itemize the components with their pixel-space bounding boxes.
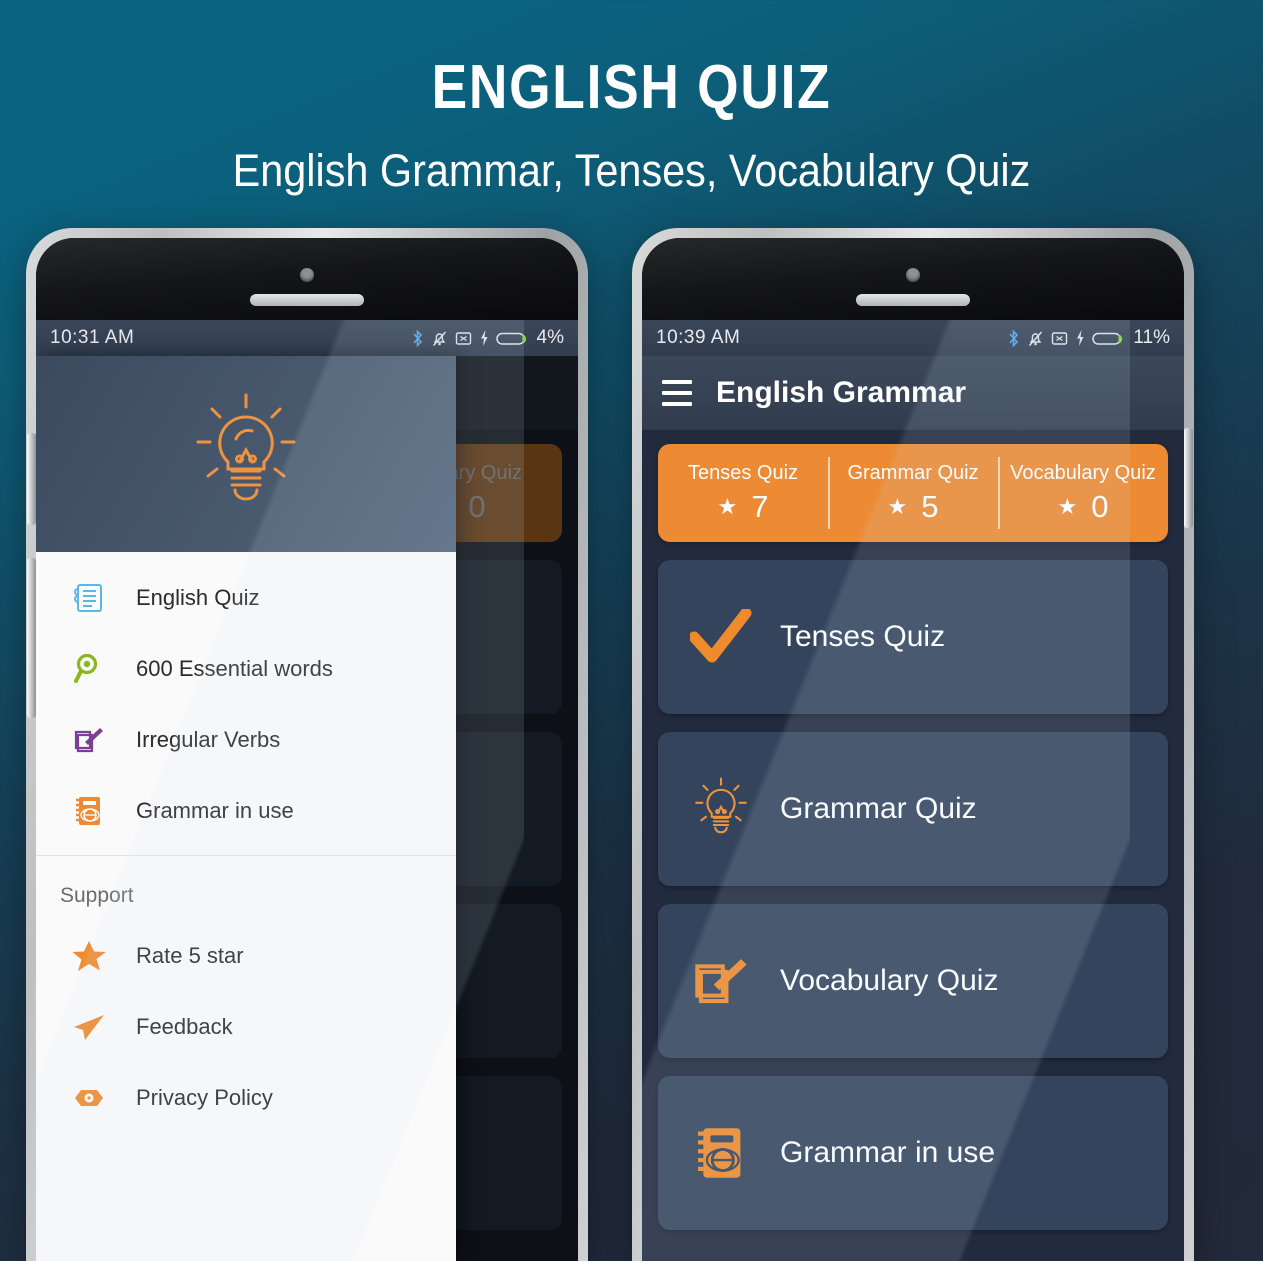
globe-book-icon	[684, 1123, 758, 1183]
mute-bell-icon	[1029, 331, 1043, 346]
hamburger-icon[interactable]	[662, 380, 692, 406]
page-title: ENGLISH QUIZ	[431, 53, 832, 122]
drawer-item-label: Feedback	[136, 1013, 233, 1039]
charging-bolt-icon	[480, 330, 488, 346]
score-value: 7	[751, 488, 769, 524]
score-label: Vocabulary Quiz	[1010, 461, 1156, 484]
drawer-item-label: English Quiz	[136, 584, 260, 610]
phone-right-body: 10:39 AM 11% English Grammar Tenses Quiz…	[642, 238, 1184, 1261]
volume-down-button[interactable]	[27, 558, 36, 718]
book-pen-icon	[58, 723, 120, 757]
star-icon: ★	[887, 493, 908, 519]
drawer-header	[36, 356, 456, 552]
score-cell-tenses[interactable]: Tenses Quiz ★ 7	[658, 444, 828, 542]
earpiece-speaker	[856, 294, 970, 306]
alarm-off-icon	[1052, 331, 1068, 345]
drawer-support-list: Rate 5 star Feedback Privacy Policy	[36, 920, 456, 1133]
privacy-eye-icon	[58, 1083, 120, 1113]
drawer-item-feedback[interactable]: Feedback	[36, 991, 456, 1062]
battery-percent: 4%	[536, 327, 564, 348]
drawer-item-label: Privacy Policy	[136, 1084, 273, 1110]
drawer-item-label: 600 Essential words	[136, 655, 333, 681]
phone-bezel-top	[36, 238, 578, 320]
front-camera-icon	[906, 268, 920, 282]
front-camera-icon	[300, 268, 314, 282]
magnifier-icon	[58, 652, 120, 686]
drawer-main-list: English Quiz 600 Essential words Irregul…	[36, 552, 456, 846]
power-button[interactable]	[1184, 428, 1193, 528]
right-status-bar: 10:39 AM 11%	[642, 320, 1184, 356]
score-value: 0	[1091, 488, 1109, 524]
drawer-item-label: Grammar in use	[136, 797, 294, 823]
drawer-item-rate-5-star[interactable]: Rate 5 star	[36, 920, 456, 991]
globe-book-icon	[58, 794, 120, 828]
alarm-off-icon	[455, 331, 471, 345]
bluetooth-icon	[412, 329, 422, 347]
status-time: 10:31 AM	[50, 327, 135, 348]
drawer-section-label: Support	[60, 884, 134, 907]
phone-bezel-top	[642, 238, 1184, 320]
card-label: Grammar in use	[780, 1136, 996, 1169]
battery-icon	[495, 332, 526, 345]
status-time: 10:39 AM	[656, 327, 741, 348]
phone-left-body: 10:31 AM 4% English Quiz 600 Essential w…	[36, 238, 578, 1261]
left-screen: 10:31 AM 4% English Quiz 600 Essential w…	[36, 320, 578, 1261]
book-pen-icon	[684, 950, 758, 1012]
volume-up-button[interactable]	[27, 433, 36, 525]
score-cell-grammar[interactable]: Grammar Quiz ★ 5	[828, 444, 998, 542]
right-screen: 10:39 AM 11% English Grammar Tenses Quiz…	[642, 320, 1184, 1261]
card-tenses-quiz[interactable]: Tenses Quiz	[658, 560, 1168, 714]
phone-right: 10:39 AM 11% English Grammar Tenses Quiz…	[632, 228, 1194, 1261]
left-status-bar: 10:31 AM 4%	[36, 320, 578, 356]
score-bar: Tenses Quiz ★ 7 Grammar Quiz ★ 5 Vocabul…	[658, 444, 1168, 542]
drawer-item-600-essential-words[interactable]: 600 Essential words	[36, 633, 456, 704]
notebook-icon	[58, 581, 120, 615]
drawer-item-grammar-in-use[interactable]: Grammar in use	[36, 775, 456, 846]
paper-plane-icon	[58, 1010, 120, 1044]
app-title: English Grammar	[716, 376, 967, 409]
lightbulb-icon	[684, 775, 758, 843]
score-label: Tenses Quiz	[687, 461, 799, 484]
main-content: Tenses Quiz ★ 7 Grammar Quiz ★ 5 Vocabul…	[642, 430, 1184, 1230]
star-icon: ★	[1057, 493, 1078, 519]
app-bar: English Grammar	[642, 356, 1184, 430]
promo-header: ENGLISH QUIZ English Grammar, Tenses, Vo…	[0, 0, 1263, 197]
card-grammar-in-use[interactable]: Grammar in use	[658, 1076, 1168, 1230]
charging-bolt-icon	[1077, 330, 1084, 346]
check-mark-icon	[684, 609, 758, 665]
card-vocabulary-quiz[interactable]: Vocabulary Quiz	[658, 904, 1168, 1058]
star-icon	[58, 938, 120, 974]
bluetooth-icon	[1009, 329, 1019, 347]
battery-icon	[1092, 332, 1123, 345]
drawer-item-english-quiz[interactable]: English Quiz	[36, 562, 456, 633]
card-label: Grammar Quiz	[780, 792, 977, 825]
card-grammar-quiz[interactable]: Grammar Quiz	[658, 732, 1168, 886]
earpiece-speaker	[250, 294, 364, 306]
mute-bell-icon	[432, 331, 446, 346]
promo-subtitle: English Grammar, Tenses, Vocabulary Quiz	[232, 145, 1031, 196]
card-label: Vocabulary Quiz	[780, 964, 999, 997]
status-icons: 11%	[1007, 327, 1170, 349]
phone-left: 10:31 AM 4% English Quiz 600 Essential w…	[26, 228, 588, 1261]
score-label: Grammar Quiz	[847, 461, 979, 484]
battery-percent: 11%	[1133, 327, 1170, 348]
drawer-item-label: Irregular Verbs	[136, 726, 281, 752]
lightbulb-icon	[196, 393, 296, 501]
drawer-item-label: Rate 5 star	[136, 942, 244, 968]
card-label: Tenses Quiz	[780, 620, 946, 653]
drawer-item-irregular-verbs[interactable]: Irregular Verbs	[36, 704, 456, 775]
star-icon: ★	[717, 493, 738, 519]
score-cell-vocabulary[interactable]: Vocabulary Quiz ★ 0	[998, 444, 1168, 542]
drawer-item-privacy-policy[interactable]: Privacy Policy	[36, 1062, 456, 1133]
score-value: 5	[921, 488, 939, 524]
status-icons: 4%	[411, 327, 564, 349]
navigation-drawer: English Quiz 600 Essential words Irregul…	[36, 356, 456, 1261]
